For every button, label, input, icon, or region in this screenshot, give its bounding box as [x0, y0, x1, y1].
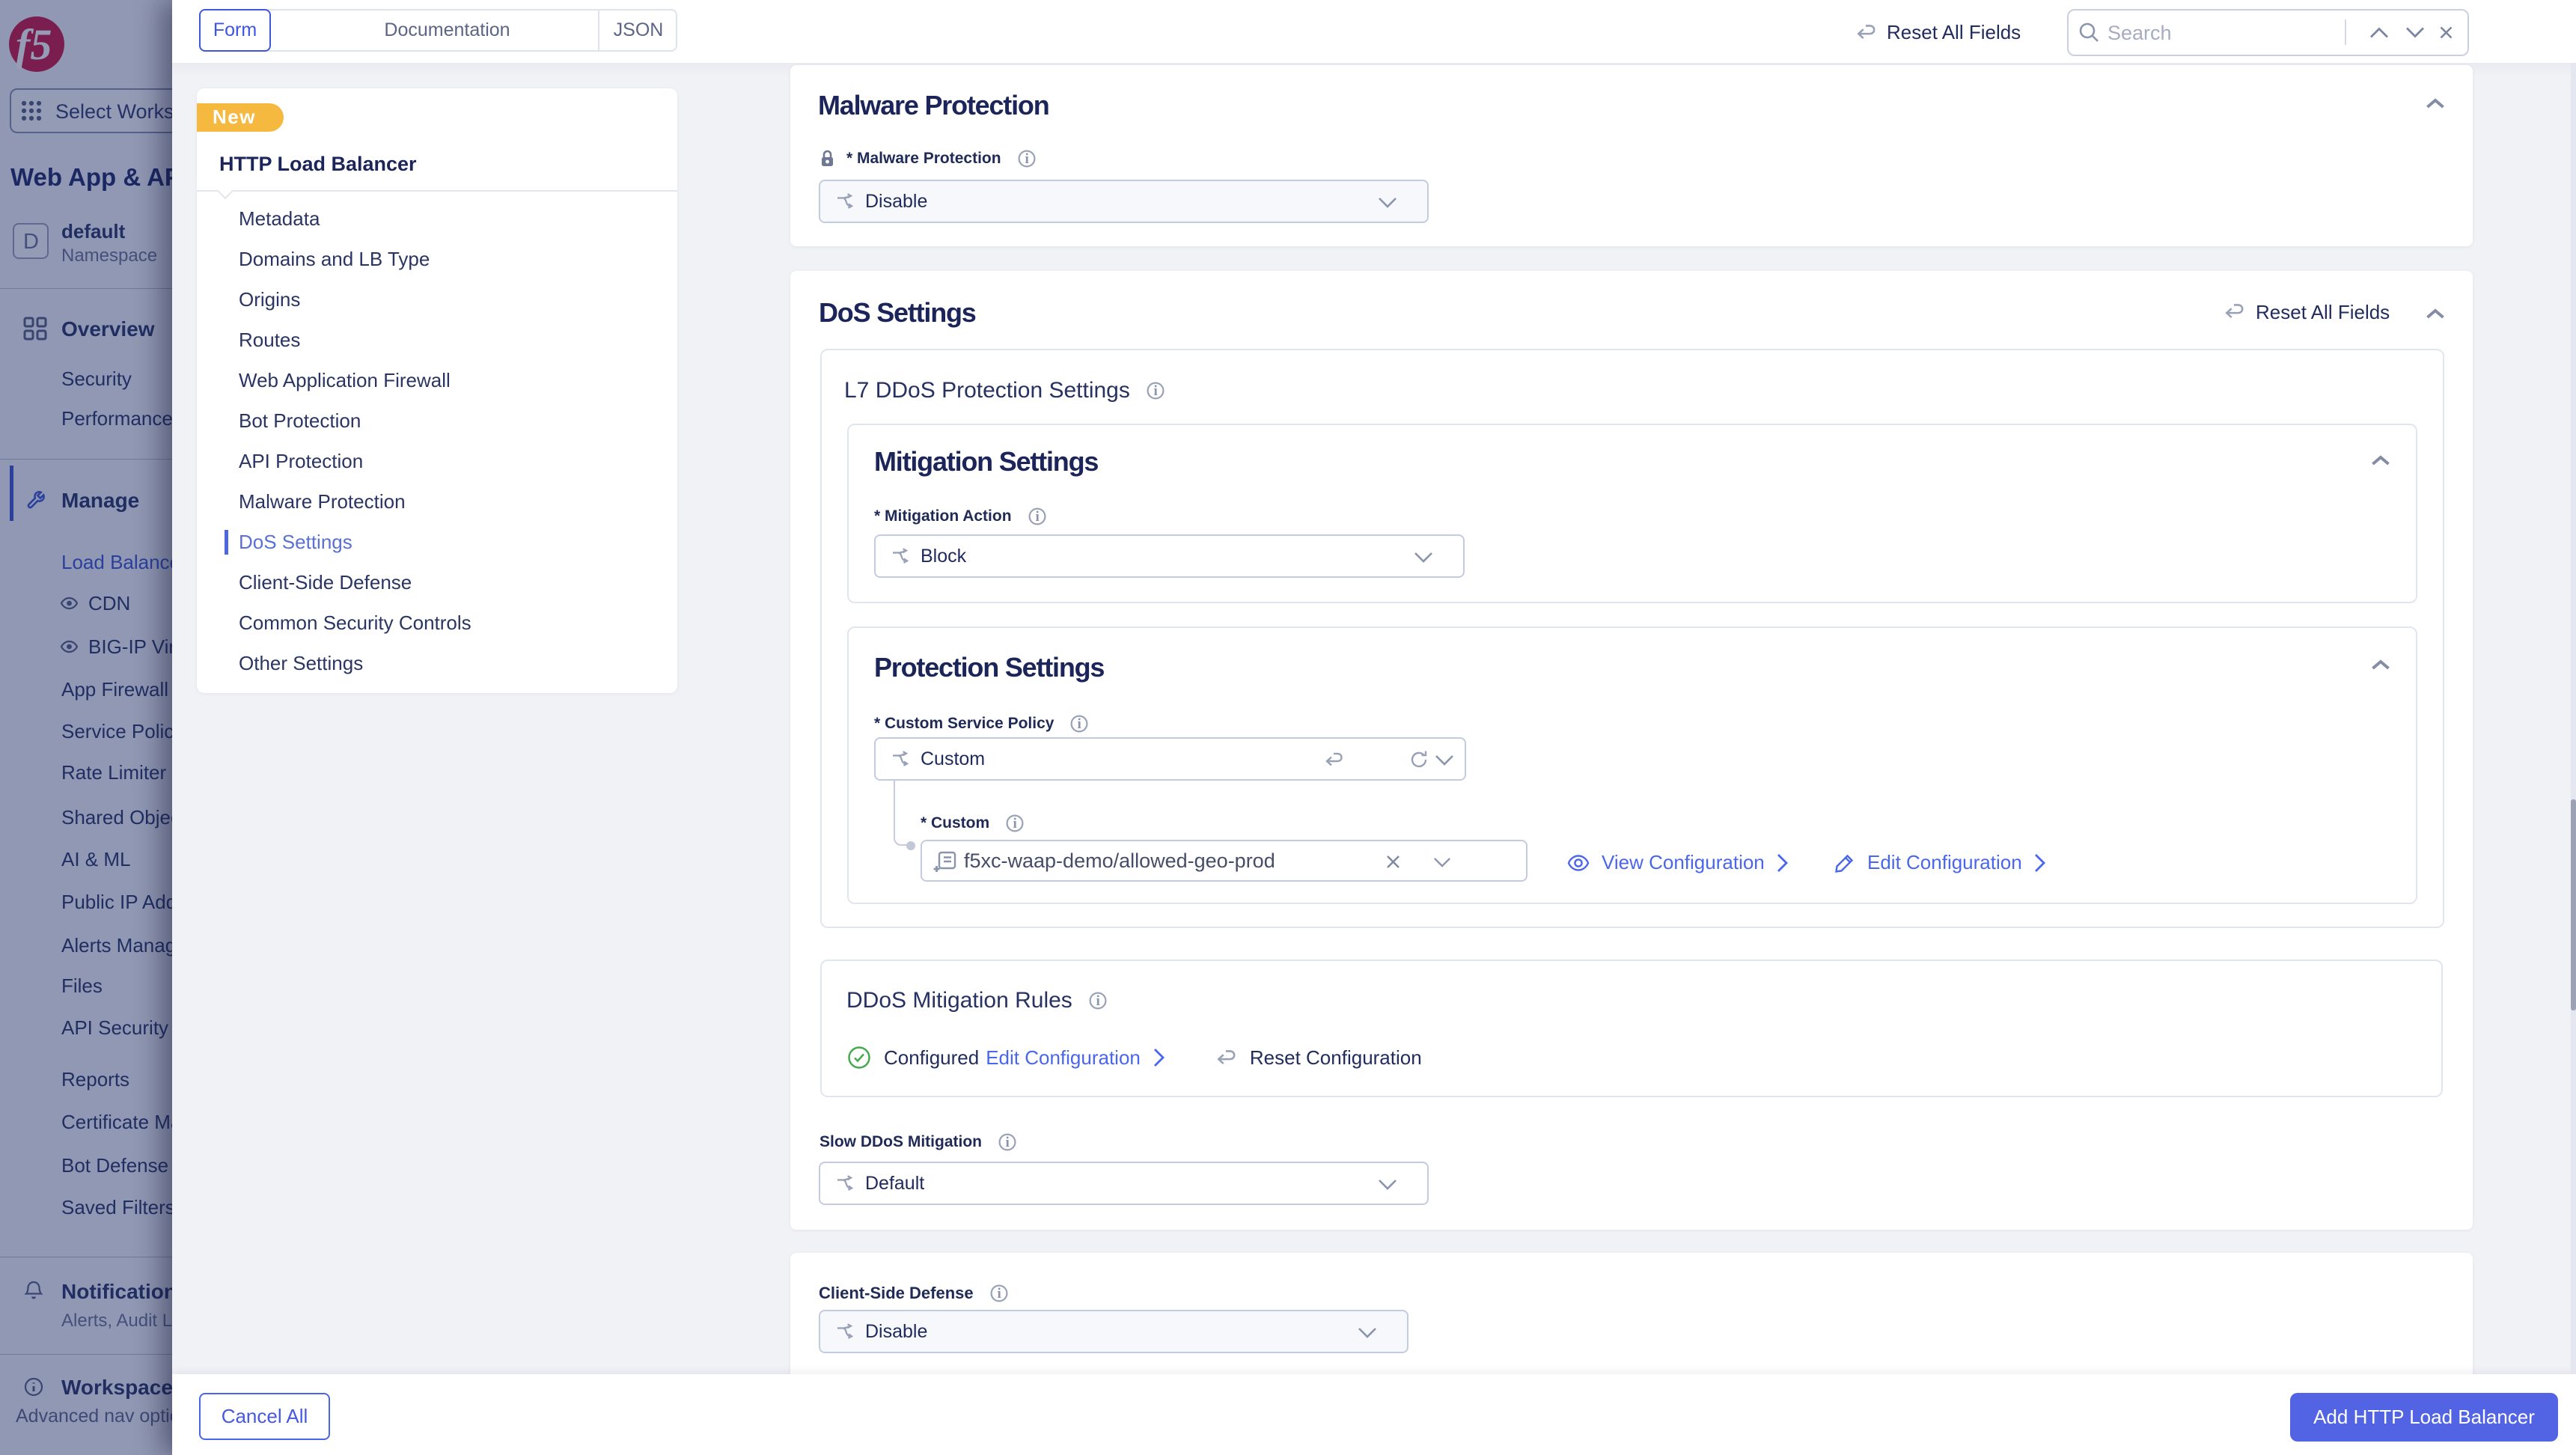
svg-text:i: i [1025, 151, 1028, 167]
svg-text:i: i [997, 1286, 1001, 1302]
svg-text:i: i [1078, 716, 1081, 732]
svg-text:i: i [1035, 509, 1039, 525]
svg-text:i: i [1153, 383, 1157, 399]
svg-text:i: i [1013, 816, 1017, 832]
svg-text:i: i [1096, 993, 1099, 1009]
svg-text:i: i [1006, 1135, 1010, 1150]
